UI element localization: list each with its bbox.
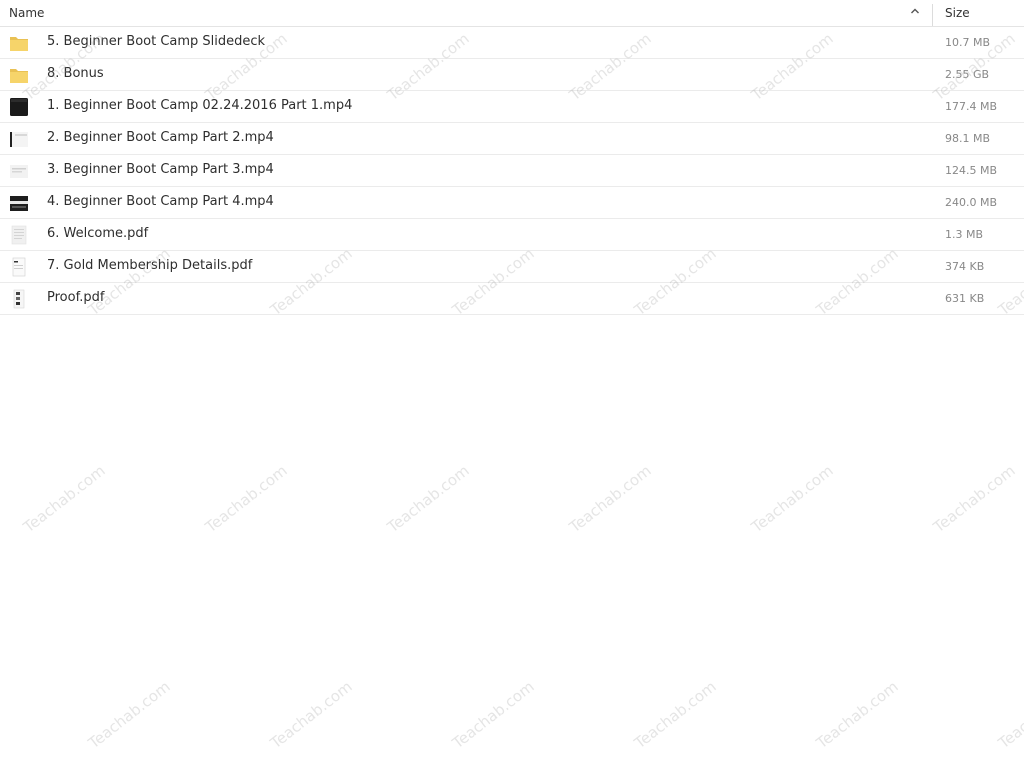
file-row[interactable]: 3. Beginner Boot Camp Part 3.mp4 124.5 M…: [0, 155, 1024, 187]
file-name: 8. Bonus: [47, 66, 104, 81]
file-row[interactable]: 7. Gold Membership Details.pdf 374 KB: [0, 251, 1024, 283]
pdf-thumbnail-icon: [9, 257, 29, 277]
column-divider[interactable]: [932, 4, 933, 26]
file-size: 631 KB: [945, 292, 985, 305]
file-name: 4. Beginner Boot Camp Part 4.mp4: [47, 194, 274, 209]
video-thumbnail-icon: [9, 161, 29, 181]
file-size: 10.7 MB: [945, 36, 991, 49]
file-row[interactable]: Proof.pdf 631 KB: [0, 283, 1024, 315]
file-row[interactable]: 6. Welcome.pdf 1.3 MB: [0, 219, 1024, 251]
file-list-header: Name Size: [0, 0, 1024, 27]
file-row[interactable]: 5. Beginner Boot Camp Slidedeck 10.7 MB: [0, 27, 1024, 59]
file-name: 1. Beginner Boot Camp 02.24.2016 Part 1.…: [47, 98, 353, 113]
file-row[interactable]: 2. Beginner Boot Camp Part 2.mp4 98.1 MB: [0, 123, 1024, 155]
video-thumbnail-icon: [9, 97, 29, 117]
pdf-thumbnail-icon: [9, 225, 29, 245]
size-column-header[interactable]: Size: [945, 6, 970, 20]
name-column-header[interactable]: Name: [9, 6, 44, 20]
pdf-thumbnail-icon: [9, 289, 29, 309]
sort-ascending-icon[interactable]: [908, 4, 922, 18]
file-row[interactable]: 8. Bonus 2.55 GB: [0, 59, 1024, 91]
file-list: Name Size 5. Beginner Boot Camp Slidedec…: [0, 0, 1024, 768]
file-name: 7. Gold Membership Details.pdf: [47, 258, 253, 273]
file-size: 98.1 MB: [945, 132, 991, 145]
folder-icon: [9, 65, 29, 85]
file-name: 5. Beginner Boot Camp Slidedeck: [47, 34, 266, 49]
file-size: 240.0 MB: [945, 196, 998, 209]
video-thumbnail-icon: [9, 129, 29, 149]
file-row[interactable]: 4. Beginner Boot Camp Part 4.mp4 240.0 M…: [0, 187, 1024, 219]
file-size: 374 KB: [945, 260, 985, 273]
file-size: 2.55 GB: [945, 68, 990, 81]
file-size: 177.4 MB: [945, 100, 998, 113]
file-name: 3. Beginner Boot Camp Part 3.mp4: [47, 162, 274, 177]
folder-icon: [9, 33, 29, 53]
file-size: 1.3 MB: [945, 228, 984, 241]
file-row[interactable]: 1. Beginner Boot Camp 02.24.2016 Part 1.…: [0, 91, 1024, 123]
video-thumbnail-icon: [9, 193, 29, 213]
file-name: Proof.pdf: [47, 290, 105, 305]
file-name: 6. Welcome.pdf: [47, 226, 149, 241]
file-size: 124.5 MB: [945, 164, 998, 177]
file-name: 2. Beginner Boot Camp Part 2.mp4: [47, 130, 274, 145]
